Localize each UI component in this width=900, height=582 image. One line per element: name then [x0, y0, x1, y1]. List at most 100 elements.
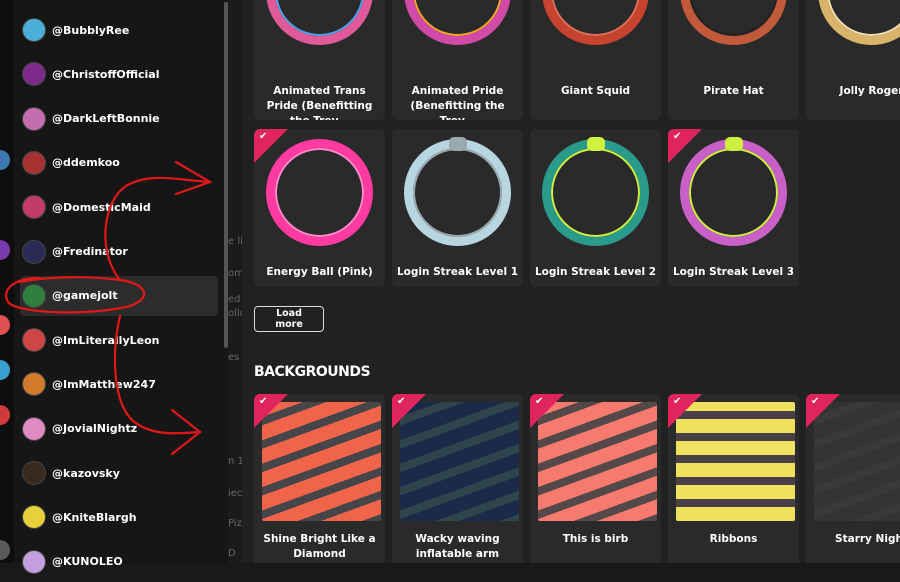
account-name: @KniteBlargh	[52, 510, 137, 524]
account-item[interactable]: @KUNOLEO	[20, 542, 218, 582]
account-item[interactable]: @BubblyRee	[20, 10, 218, 50]
frame-card[interactable]: Animated Trans Pride (Benefitting the Tr…	[254, 0, 385, 120]
mascot-badge-icon	[587, 137, 605, 151]
frame-label: Pirate Hat	[703, 85, 764, 97]
background-label: Starry Night	[835, 533, 900, 545]
background-page-text: es	[228, 352, 240, 363]
account-name: @ImLiterallyLeon	[52, 333, 160, 347]
account-avatar	[22, 106, 46, 131]
check-icon: ✔	[259, 131, 268, 142]
account-avatar	[22, 239, 46, 264]
avatar-frame-preview	[404, 0, 511, 45]
account-avatar	[22, 505, 46, 530]
account-switcher-panel: @BubblyRee @ChristoffOfficial @DarkLeftBon…	[14, 0, 228, 574]
background-card[interactable]: Ribbons ✔	[668, 394, 799, 563]
account-name: @DomesticMaid	[52, 200, 151, 214]
check-icon: ✔	[535, 396, 544, 407]
account-item[interactable]: @ImLiterallyLeon	[20, 320, 218, 360]
frame-card[interactable]: Login Streak Level 3 ✔	[668, 129, 799, 287]
background-card[interactable]: Wacky waving inflatable arm flailing… ✔	[392, 394, 523, 563]
partial-avatar	[0, 315, 10, 335]
partial-avatar	[0, 150, 10, 170]
frame-label: Jolly Roger	[839, 85, 900, 97]
account-name: @JovialNightz	[52, 422, 138, 436]
account-avatar	[22, 283, 46, 308]
check-icon: ✔	[259, 396, 268, 407]
mascot-badge-icon	[725, 137, 743, 151]
frame-card[interactable]: Jolly Roger	[806, 0, 900, 120]
frame-label: Login Streak Level 1	[396, 266, 519, 278]
account-item[interactable]: @Fredinator	[20, 232, 218, 272]
account-item[interactable]: @ImMatthew247	[20, 364, 218, 404]
account-avatar	[22, 328, 46, 353]
background-label: This is birb	[562, 533, 629, 545]
frame-label: Login Streak Level 2	[534, 266, 657, 278]
account-name: @gamejolt	[52, 289, 118, 303]
account-item[interactable]: @DarkLeftBonnie	[20, 99, 218, 139]
account-item[interactable]: @gamejolt	[20, 275, 218, 316]
frame-card[interactable]: Giant Squid	[530, 0, 661, 120]
check-icon: ✔	[673, 396, 682, 407]
background-label: Shine Bright Like a Diamond	[263, 533, 376, 560]
frame-card[interactable]: Login Streak Level 2	[530, 129, 661, 287]
account-avatar	[22, 461, 46, 485]
account-name: @KUNOLEO	[52, 555, 123, 569]
account-item[interactable]: @JovialNightz	[20, 409, 218, 449]
check-icon: ✔	[397, 396, 406, 407]
account-name: @ImMatthew247	[52, 377, 156, 391]
account-item[interactable]: @ChristoffOfficial	[20, 54, 218, 94]
avatar-frame-preview	[266, 0, 373, 45]
background-label: Wacky waving inflatable arm flailing…	[415, 533, 500, 560]
frame-label: Animated Trans Pride (Benefitting the Tr…	[266, 85, 373, 120]
account-item[interactable]: @KniteBlargh	[20, 497, 218, 537]
frame-label: Giant Squid	[560, 85, 631, 97]
background-label: Ribbons	[709, 533, 758, 545]
background-page-edge	[228, 0, 242, 563]
background-card[interactable]: This is birb ✔	[530, 394, 661, 563]
account-avatar	[22, 549, 46, 574]
avatar-frame-preview	[542, 139, 649, 246]
check-icon: ✔	[811, 396, 820, 407]
account-name: @ddemkoo	[52, 156, 120, 170]
shop-content: Animated Trans Pride (Benefitting the Tr…	[242, 0, 900, 563]
partial-avatar	[0, 360, 10, 380]
account-name: @ChristoffOfficial	[52, 67, 160, 81]
frame-card[interactable]: Login Streak Level 1	[392, 129, 523, 287]
account-name: @Fredinator	[52, 245, 128, 258]
backgrounds-heading: BACKGROUNDS	[254, 364, 371, 380]
background-page-text: iec	[228, 488, 243, 499]
avatar-frame-preview	[404, 139, 511, 246]
avatar-frame-preview	[542, 0, 649, 45]
frame-label: Login Streak Level 3	[672, 266, 795, 278]
partial-avatar	[0, 405, 10, 425]
account-item[interactable]: @ddemkoo	[20, 143, 218, 183]
frame-card[interactable]: Animated Pride (Benefitting the Trev…	[392, 0, 523, 120]
account-item[interactable]: @kazovsky	[20, 453, 218, 493]
background-page-text: e li	[228, 236, 243, 247]
account-name: @BubblyRee	[52, 23, 130, 37]
frame-card[interactable]: Pirate Hat	[668, 0, 799, 120]
account-name: @kazovsky	[52, 466, 120, 480]
partial-avatar	[0, 540, 10, 560]
account-name: @DarkLeftBonnie	[52, 112, 160, 126]
check-icon: ✔	[673, 131, 682, 142]
account-avatar	[22, 18, 46, 42]
frame-label: Animated Pride (Benefitting the Trev…	[410, 85, 505, 120]
background-card[interactable]: Starry Night ✔	[806, 394, 900, 563]
account-avatar	[22, 150, 46, 175]
load-more-button[interactable]: Load more	[254, 306, 324, 332]
account-avatar	[22, 62, 46, 87]
frame-label: Energy Ball (Pink)	[266, 266, 373, 278]
avatar-frame-preview	[818, 0, 900, 45]
account-avatar	[22, 372, 46, 397]
mascot-badge-icon	[449, 137, 467, 151]
account-avatar	[22, 195, 46, 220]
avatar-frame-preview	[680, 0, 787, 45]
background-page-text: ed	[228, 294, 241, 305]
frame-card[interactable]: Energy Ball (Pink) ✔	[254, 129, 385, 287]
account-item[interactable]: @DomesticMaid	[20, 187, 218, 227]
background-card[interactable]: Shine Bright Like a Diamond ✔	[254, 394, 385, 563]
account-avatar	[22, 416, 46, 441]
partial-avatar	[0, 240, 10, 260]
left-edge-strip	[0, 0, 14, 563]
